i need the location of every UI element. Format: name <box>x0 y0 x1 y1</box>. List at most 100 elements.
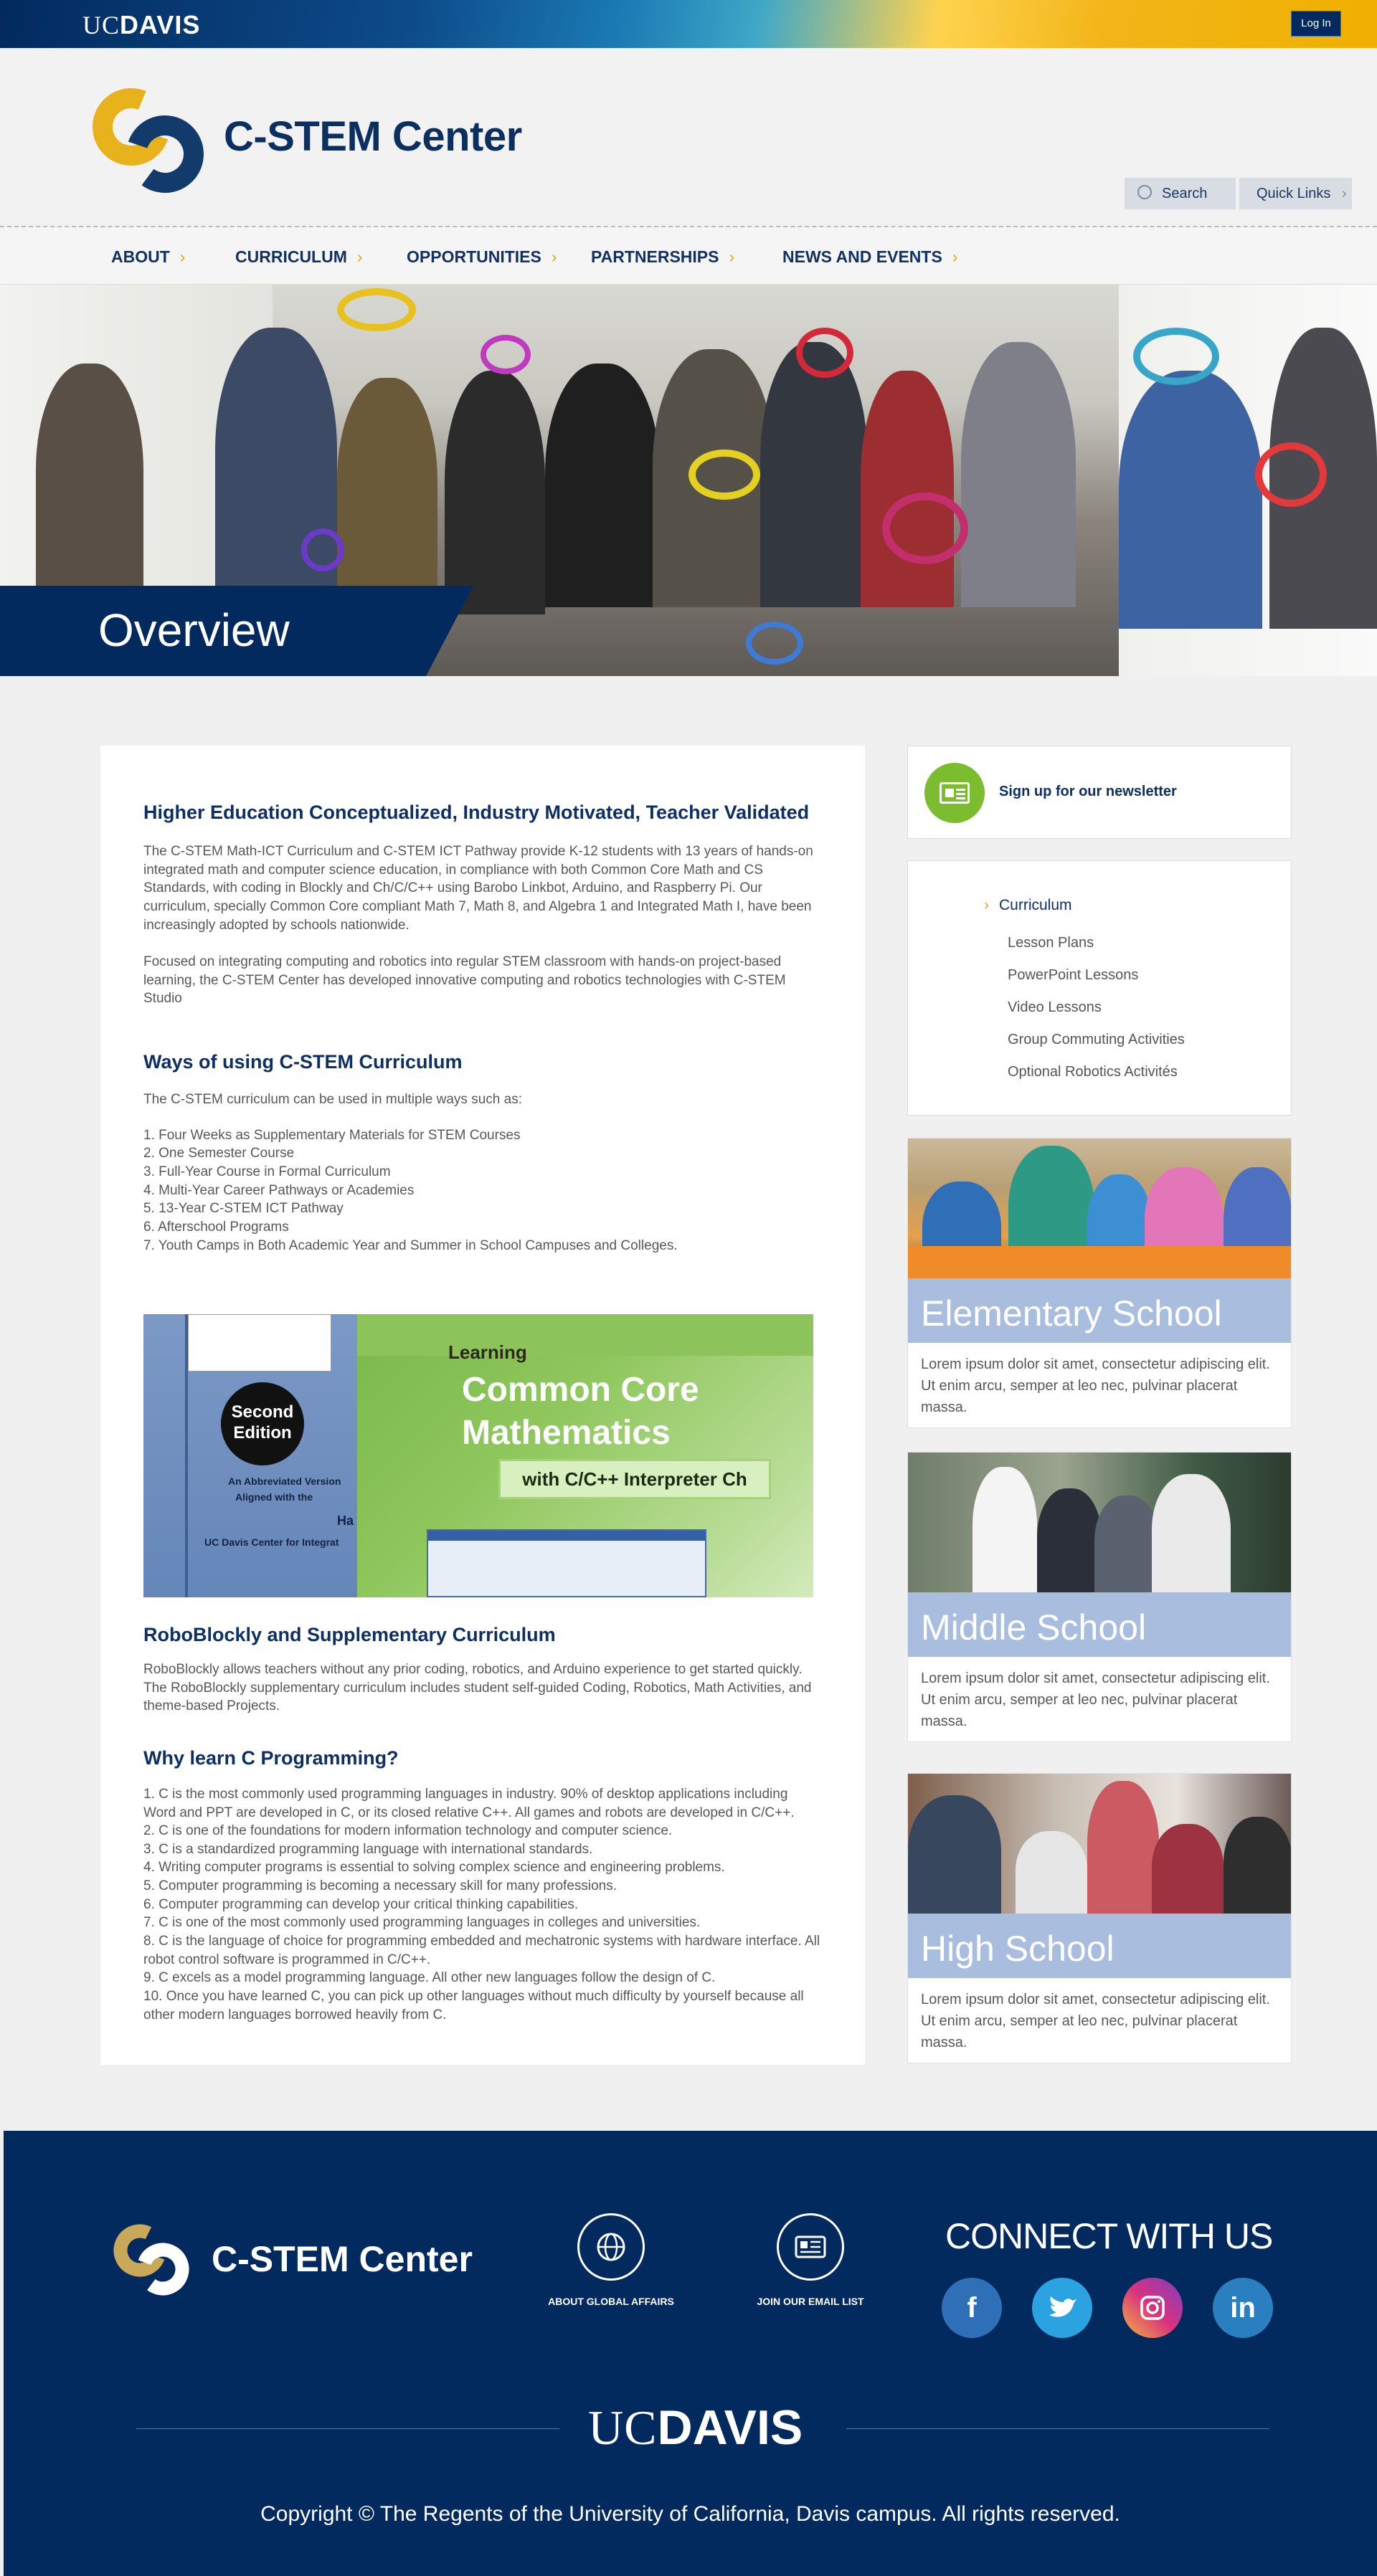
join-email-list-link[interactable]: JOIN OUR EMAIL LIST <box>732 2296 889 2307</box>
site-title[interactable]: C-STEM Center <box>224 113 522 161</box>
globe-icon[interactable] <box>577 2213 645 2281</box>
newspaper-icon <box>940 782 970 804</box>
nav-item-about[interactable]: ABOUT › <box>111 247 185 267</box>
facebook-icon[interactable]: f <box>942 2278 1002 2338</box>
quick-links-button[interactable]: Quick Links › <box>1239 178 1352 209</box>
hero-ring <box>882 493 968 564</box>
list-item: 8. C is the language of choice for progr… <box>143 1934 820 1967</box>
book-aligned-text: Aligned with the <box>235 1491 313 1503</box>
newsletter-signup[interactable]: Sign up for our newsletter <box>907 746 1292 839</box>
book-learning-text: Learning <box>448 1341 527 1363</box>
copyright-text: Copyright © The Regents of the Universit… <box>260 2502 1120 2526</box>
chevron-right-icon: › <box>729 247 735 266</box>
screenshot-inset <box>188 1314 331 1372</box>
instagram-glyph-svg <box>1140 2296 1165 2320</box>
linkedin-icon[interactable]: in <box>1213 2278 1273 2338</box>
main-nav: ABOUT › CURRICULUM › OPPORTUNITIES › PARTNE… <box>0 227 1377 285</box>
list-item: 2. C is one of the foundations for moder… <box>143 1823 673 1839</box>
hero-ring <box>1133 328 1219 385</box>
footer-title[interactable]: C-STEM Center <box>212 2238 473 2280</box>
nav-item-opportunities[interactable]: OPPORTUNITIES › <box>407 247 557 267</box>
instagram-icon[interactable] <box>1122 2278 1183 2338</box>
section-heading: Ways of using C-STEM Curriculum <box>143 1051 463 1073</box>
newsletter-label: Sign up for our newsletter <box>999 784 1177 799</box>
top-bar: UCDAVIS Log In <box>0 0 1377 48</box>
twitter-bird-svg <box>1049 2296 1076 2317</box>
list-item: 4. Multi-Year Career Pathways or Academi… <box>143 1182 415 1198</box>
card-elementary-school[interactable]: Elementary School Lorem ipsum dolor sit … <box>907 1138 1292 1428</box>
roboblockly-paragraph: RoboBlockly allows teachers without any … <box>143 1662 812 1714</box>
hero-ring <box>337 288 416 331</box>
newspaper-icon[interactable] <box>777 2213 844 2281</box>
list-item: 10. Once you have learned C, you can pic… <box>143 1988 804 2023</box>
list-item: 7. Youth Camps in Both Academic Year and… <box>143 1237 678 1253</box>
hero-person <box>36 363 143 600</box>
nav-label: OPPORTUNITIES <box>407 247 541 266</box>
book-cover-image: Second Edition An Abbreviated Version Al… <box>143 1314 813 1597</box>
list-item: 4. Writing computer programs is essentia… <box>143 1860 725 1876</box>
roboblockly-section: RoboBlockly and Supplementary Curriculum… <box>143 1625 822 2024</box>
list-item: 9. C excels as a model programming langu… <box>143 1970 716 1986</box>
submenu-item-group-activities[interactable]: Group Commuting Activities <box>1008 1032 1185 1048</box>
nav-label: CURRICULUM <box>235 247 347 266</box>
nav-item-curriculum[interactable]: CURRICULUM › <box>235 247 363 267</box>
submenu-item-powerpoint-lessons[interactable]: PowerPoint Lessons <box>1008 967 1138 984</box>
hero-banner: Overview <box>0 285 1377 676</box>
book-abbrev-text: An Abbreviated Version <box>228 1475 341 1487</box>
ucdavis-logo[interactable]: UCDAVIS <box>82 10 200 40</box>
cstem-logo-icon[interactable] <box>90 82 212 197</box>
hero-ring <box>481 335 531 374</box>
hero-person <box>445 371 545 614</box>
card-label: Middle School <box>908 1592 1291 1657</box>
photo-student <box>1094 1496 1159 1592</box>
card-description: Lorem ipsum dolor sit amet, consectetur … <box>921 1356 1270 1415</box>
focus-paragraph: Focused on integrating computing and rob… <box>143 954 786 1007</box>
photo-student <box>1152 1474 1231 1592</box>
chevron-right-icon: › <box>984 897 989 913</box>
section-heading: Higher Education Conceptualized, Industr… <box>143 802 810 823</box>
nav-label: ABOUT <box>111 247 170 266</box>
twitter-icon[interactable] <box>1032 2278 1092 2338</box>
site-footer: C-STEM Center ABOUT GLOBAL AFFAIRS JOIN … <box>4 2131 1377 2576</box>
about-global-affairs-link[interactable]: ABOUT GLOBAL AFFAIRS <box>532 2296 690 2307</box>
hero-person <box>337 378 437 607</box>
card-photo <box>908 1453 1291 1592</box>
cstem-logo-icon[interactable] <box>111 2220 194 2298</box>
chevron-right-icon: › <box>1341 186 1347 201</box>
list-item: 6. Afterschool Programs <box>143 1219 289 1235</box>
card-label: Elementary School <box>908 1278 1291 1343</box>
ways-intro: The C-STEM curriculum can be used in mul… <box>143 1092 522 1108</box>
submenu-item-lesson-plans[interactable]: Lesson Plans <box>1008 935 1094 951</box>
photo-student <box>973 1467 1037 1592</box>
photo-student <box>908 1795 1001 1914</box>
ucdavis-logo-uc: UC <box>82 11 120 39</box>
chevron-right-icon: › <box>952 247 958 266</box>
hero-ring <box>301 528 344 571</box>
submenu-item-curriculum[interactable]: › Curriculum <box>984 897 1072 914</box>
book-title-line: Mathematics <box>462 1414 671 1452</box>
card-title: Middle School <box>921 1607 1147 1648</box>
search-link[interactable]: Search <box>1125 178 1236 209</box>
submenu-item-video-lessons[interactable]: Video Lessons <box>1008 999 1102 1016</box>
list-item: 1. Four Weeks as Supplementary Materials… <box>143 1127 521 1143</box>
card-photo <box>908 1139 1291 1278</box>
card-title: High School <box>921 1929 1115 1969</box>
hero-ring <box>1255 442 1327 507</box>
ucdavis-footer-logo[interactable]: UCDAVIS <box>588 2400 803 2456</box>
nav-item-partnerships[interactable]: PARTNERSHIPS › <box>591 247 734 267</box>
card-middle-school[interactable]: Middle School Lorem ipsum dolor sit amet… <box>907 1452 1292 1742</box>
second-edition-badge: Second Edition <box>221 1382 304 1465</box>
card-photo <box>908 1774 1291 1914</box>
nav-item-news-and-events[interactable]: NEWS AND EVENTS › <box>782 247 957 267</box>
newspaper-icon-svg <box>795 2235 826 2258</box>
footer-divider <box>136 2428 559 2429</box>
hero-person <box>545 363 660 607</box>
ucdavis-footer-uc: UC <box>588 2400 658 2455</box>
login-button[interactable]: Log In <box>1291 11 1341 37</box>
ways-list: 1. Four Weeks as Supplementary Materials… <box>143 1126 822 1255</box>
card-high-school[interactable]: High School Lorem ipsum dolor sit amet, … <box>907 1773 1292 2063</box>
submenu-item-robotics-activities[interactable]: Optional Robotics Activités <box>1008 1064 1178 1080</box>
chevron-right-icon: › <box>356 247 363 266</box>
hero-person <box>1119 371 1262 629</box>
card-title: Elementary School <box>921 1293 1222 1334</box>
